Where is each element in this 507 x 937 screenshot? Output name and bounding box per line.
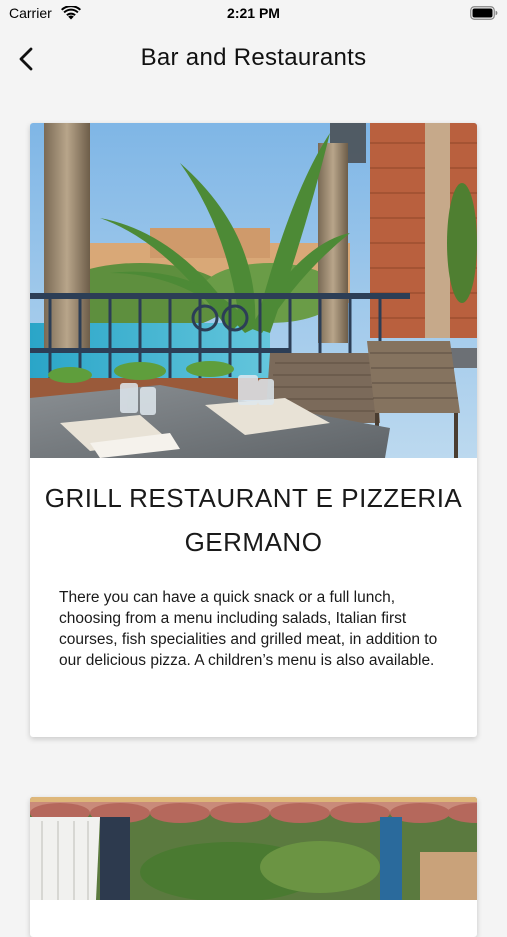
battery-icon: [470, 6, 498, 20]
nav-bar: Bar and Restaurants: [0, 30, 507, 88]
restaurant-photo[interactable]: [30, 123, 477, 458]
page-title: Bar and Restaurants: [140, 44, 367, 71]
restaurant-photo-2[interactable]: [30, 797, 477, 900]
restaurant-description: There you can have a quick snack or a fu…: [59, 589, 438, 669]
restaurant-card-2[interactable]: [30, 797, 477, 937]
restaurant-title: GRILL RESTAURANT E PIZZERIA GERMANO: [44, 483, 463, 557]
restaurant-card[interactable]: GRILL RESTAURANT E PIZZERIA GERMANO Ther…: [30, 123, 477, 737]
clock: 2:21 PM: [227, 5, 280, 21]
status-bar: Carrier 2:21 PM: [0, 0, 507, 30]
